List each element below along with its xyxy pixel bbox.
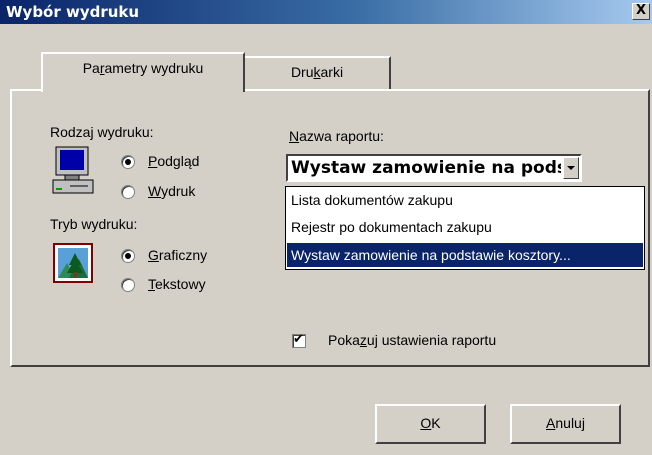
dropdown-option[interactable]: Lista dokumentów zakupu xyxy=(287,188,643,212)
radio-label-podglad: Podgląd xyxy=(148,153,200,169)
radio-graficzny[interactable] xyxy=(121,249,135,263)
close-button[interactable]: X xyxy=(632,3,650,20)
report-name-label: Nazwa raportu: xyxy=(289,128,384,144)
tab-drukarki[interactable]: Drukarki xyxy=(245,56,391,89)
radio-podglad[interactable] xyxy=(121,155,135,169)
dropdown-option[interactable]: Rejestr po dokumentach zakupu xyxy=(287,215,643,239)
chevron-down-icon[interactable] xyxy=(563,157,579,179)
tab-label: Parametry wydruku xyxy=(82,60,204,76)
radio-label-wydruk: Wydruk xyxy=(148,183,196,199)
print-type-label: Rodzaj wydruku: xyxy=(50,124,154,140)
report-selected-value: Wystaw zamowienie na podst... xyxy=(291,158,561,178)
title-bar: Wybór wydruku X xyxy=(0,0,652,24)
radio-tekstowy[interactable] xyxy=(121,278,135,292)
show-settings-label: Pokazuj ustawienia raportu xyxy=(328,332,497,348)
radio-label-graficzny: Graficzny xyxy=(148,247,208,263)
cancel-button[interactable]: Anuluj xyxy=(510,404,621,444)
picture-icon xyxy=(53,243,93,283)
report-dropdown-list: Lista dokumentów zakupu Rejestr po dokum… xyxy=(285,186,645,270)
tab-parametry-wydruku[interactable]: Parametry wydruku xyxy=(41,52,245,92)
window-title: Wybór wydruku xyxy=(6,3,140,21)
print-mode-label: Tryb wydruku: xyxy=(50,216,138,232)
close-icon: X xyxy=(635,3,647,18)
radio-selected-dot xyxy=(125,159,131,165)
computer-icon xyxy=(52,146,94,194)
tab-label: Drukarki xyxy=(290,64,344,80)
radio-selected-dot xyxy=(125,253,131,259)
report-combobox[interactable]: Wystaw zamowienie na podst... xyxy=(286,154,582,182)
dropdown-option-selected[interactable]: Wystaw zamowienie na podstawie kosztory.… xyxy=(287,243,643,267)
radio-label-tekstowy: Tekstowy xyxy=(148,276,206,292)
ok-button[interactable]: OK xyxy=(375,404,486,444)
radio-wydruk[interactable] xyxy=(121,185,135,199)
